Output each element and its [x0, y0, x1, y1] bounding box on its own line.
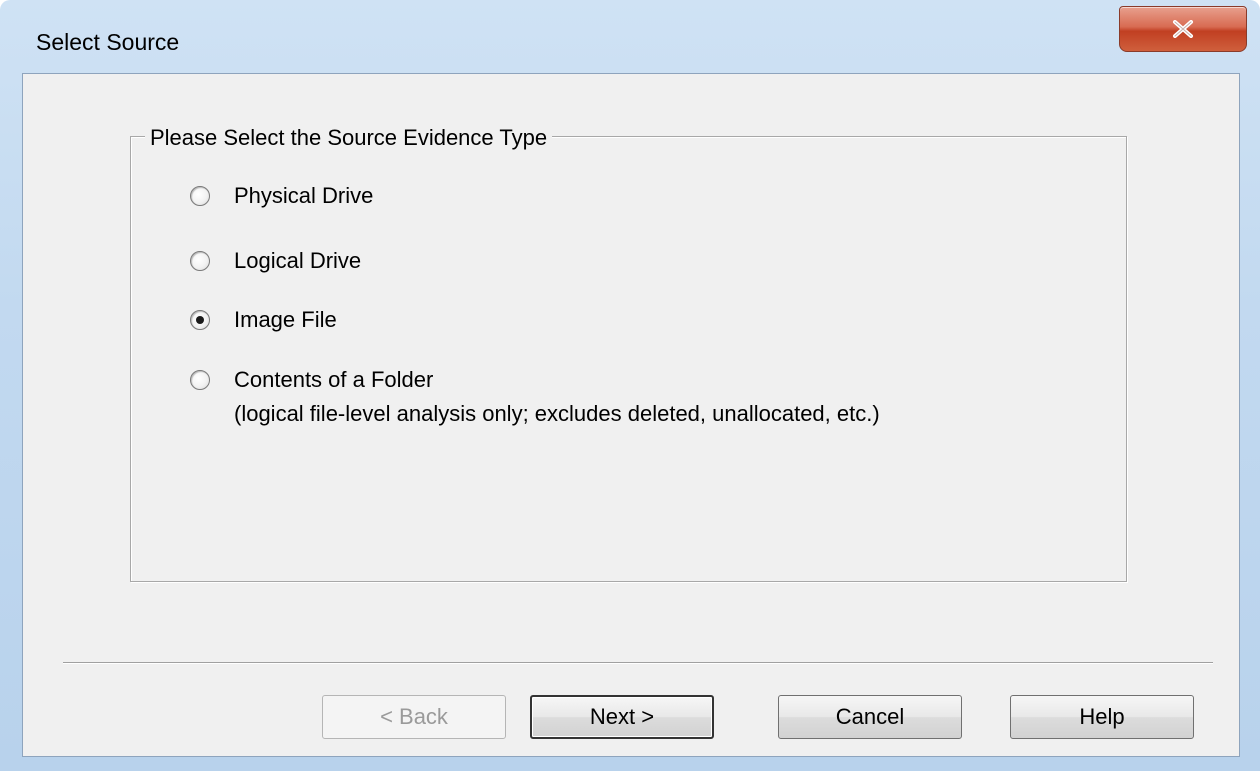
dialog-client-area: Please Select the Source Evidence Type P… — [22, 73, 1240, 757]
dialog-window: Select Source Please Select the Source E… — [0, 0, 1260, 771]
option-logical-drive[interactable]: Logical Drive — [190, 248, 361, 274]
option-label: Contents of a Folder — [234, 367, 434, 392]
radio-button[interactable] — [190, 370, 210, 390]
next-button[interactable]: Next > — [530, 695, 714, 739]
option-contents-of-folder[interactable]: Contents of a Folder (logical file-level… — [190, 367, 880, 427]
radio-button[interactable] — [190, 186, 210, 206]
option-label: Image File — [234, 307, 337, 332]
option-label: Physical Drive — [234, 183, 374, 208]
back-button[interactable]: < Back — [322, 695, 506, 739]
cancel-button[interactable]: Cancel — [778, 695, 962, 739]
help-button[interactable]: Help — [1010, 695, 1194, 739]
option-sublabel: (logical file-level analysis only; exclu… — [234, 401, 880, 426]
option-physical-drive[interactable]: Physical Drive — [190, 183, 373, 209]
option-image-file[interactable]: Image File — [190, 307, 337, 333]
close-button[interactable] — [1119, 6, 1247, 52]
radio-button[interactable] — [190, 251, 210, 271]
window-title: Select Source — [36, 29, 180, 55]
radio-button-checked[interactable] — [190, 310, 210, 330]
option-label: Logical Drive — [234, 248, 362, 273]
button-separator — [63, 662, 1213, 664]
groupbox-label: Please Select the Source Evidence Type — [145, 125, 553, 151]
close-x-icon — [1173, 20, 1193, 38]
